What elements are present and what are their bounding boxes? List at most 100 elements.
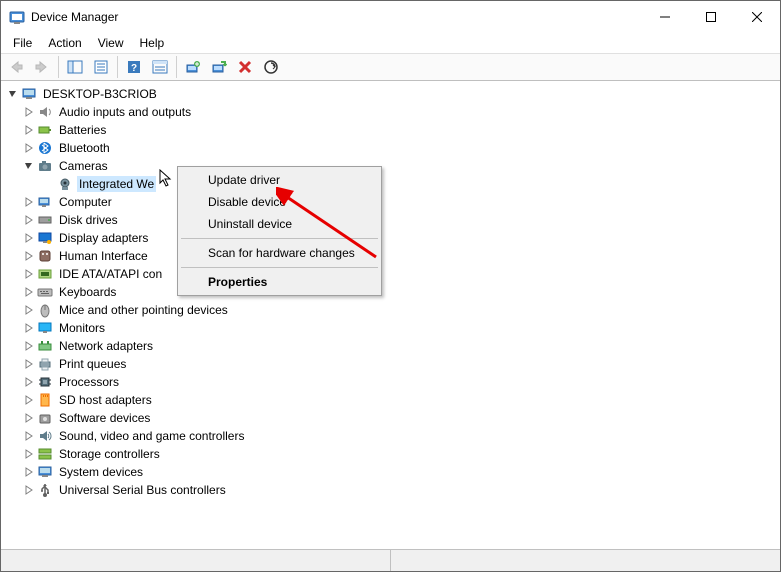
show-hide-console-tree-button[interactable]	[63, 55, 87, 79]
tree-node-label[interactable]: Cameras	[57, 158, 110, 174]
update-driver-button[interactable]	[181, 55, 205, 79]
tree-node-label[interactable]: Batteries	[57, 122, 108, 138]
tree-node-label[interactable]: Network adapters	[57, 338, 155, 354]
hid-icon	[37, 248, 53, 264]
tree-category[interactable]: Sound, video and game controllers	[1, 427, 780, 445]
tree-category[interactable]: System devices	[1, 463, 780, 481]
tree-category[interactable]: Mice and other pointing devices	[1, 301, 780, 319]
tree-node-label[interactable]: DESKTOP-B3CRIOB	[41, 86, 159, 102]
tree-node-label[interactable]: Print queues	[57, 356, 128, 372]
expand-icon[interactable]	[21, 410, 37, 426]
tree-category[interactable]: Bluetooth	[1, 139, 780, 157]
expand-icon[interactable]	[21, 392, 37, 408]
help-button[interactable]: ?	[122, 55, 146, 79]
minimize-button[interactable]	[642, 2, 688, 32]
tree-category[interactable]: Monitors	[1, 319, 780, 337]
expand-icon[interactable]	[21, 248, 37, 264]
expand-icon[interactable]	[21, 230, 37, 246]
collapse-icon[interactable]	[21, 158, 37, 174]
expand-icon[interactable]	[21, 284, 37, 300]
expand-icon[interactable]	[21, 356, 37, 372]
forward-button[interactable]	[30, 55, 54, 79]
tree-category[interactable]: Keyboards	[1, 283, 780, 301]
expand-icon[interactable]	[21, 464, 37, 480]
expand-icon[interactable]	[21, 104, 37, 120]
menu-file[interactable]: File	[5, 34, 40, 52]
tree-node-label[interactable]: SD host adapters	[57, 392, 154, 408]
tree-node-label[interactable]: Universal Serial Bus controllers	[57, 482, 228, 498]
menu-view[interactable]: View	[90, 34, 132, 52]
tree-category[interactable]: Network adapters	[1, 337, 780, 355]
tree-category[interactable]: IDE ATA/ATAPI con	[1, 265, 780, 283]
tree-category[interactable]: SD host adapters	[1, 391, 780, 409]
expand-icon[interactable]	[21, 482, 37, 498]
tree-node-label[interactable]: IDE ATA/ATAPI con	[57, 266, 164, 282]
tree-node-label[interactable]: Display adapters	[57, 230, 150, 246]
tree-node-label[interactable]: Storage controllers	[57, 446, 162, 462]
context-properties[interactable]: Properties	[180, 271, 379, 293]
tree-node-label[interactable]: Computer	[57, 194, 114, 210]
menu-action[interactable]: Action	[40, 34, 89, 52]
context-scan-hardware[interactable]: Scan for hardware changes	[180, 242, 379, 264]
keyboard-icon	[37, 284, 53, 300]
context-update-driver[interactable]: Update driver	[180, 169, 379, 191]
window-title: Device Manager	[31, 10, 642, 24]
tree-category[interactable]: Processors	[1, 373, 780, 391]
maximize-button[interactable]	[688, 2, 734, 32]
tree-category[interactable]: Cameras	[1, 157, 780, 175]
expand-icon[interactable]	[21, 428, 37, 444]
expand-icon[interactable]	[21, 140, 37, 156]
menu-help[interactable]: Help	[132, 34, 173, 52]
tree-category[interactable]: Human Interface	[1, 247, 780, 265]
collapse-icon[interactable]	[5, 86, 21, 102]
tree-node-label[interactable]: Human Interface	[57, 248, 150, 264]
tree-node-label[interactable]: Integrated We	[77, 176, 156, 192]
expand-icon[interactable]	[21, 212, 37, 228]
tree-category[interactable]: Software devices	[1, 409, 780, 427]
uninstall-device-button[interactable]	[233, 55, 257, 79]
expand-icon[interactable]	[21, 320, 37, 336]
tree-category[interactable]: Universal Serial Bus controllers	[1, 481, 780, 499]
expand-icon[interactable]	[21, 122, 37, 138]
tree-category[interactable]: Computer	[1, 193, 780, 211]
properties-button[interactable]	[89, 55, 113, 79]
tree-category[interactable]: Print queues	[1, 355, 780, 373]
tree-node-label[interactable]: System devices	[57, 464, 145, 480]
tree-node-label[interactable]: Monitors	[57, 320, 107, 336]
tree-node-label[interactable]: Keyboards	[57, 284, 118, 300]
disable-device-button[interactable]	[207, 55, 231, 79]
expand-icon[interactable]	[21, 374, 37, 390]
audio-icon	[37, 104, 53, 120]
device-tree[interactable]: DESKTOP-B3CRIOB Audio inputs and outputs B…	[1, 81, 780, 549]
tree-node-label[interactable]: Processors	[57, 374, 121, 390]
tree-category[interactable]: Storage controllers	[1, 445, 780, 463]
expand-icon[interactable]	[21, 194, 37, 210]
context-menu: Update driver Disable device Uninstall d…	[177, 166, 382, 296]
tree-node-label[interactable]: Disk drives	[57, 212, 120, 228]
action-list-button[interactable]	[148, 55, 172, 79]
scan-hardware-button[interactable]	[259, 55, 283, 79]
context-uninstall-device[interactable]: Uninstall device	[180, 213, 379, 235]
tree-node-label[interactable]: Bluetooth	[57, 140, 112, 156]
tree-category[interactable]: Display adapters	[1, 229, 780, 247]
tree-category[interactable]: Batteries	[1, 121, 780, 139]
tree-node-label[interactable]: Sound, video and game controllers	[57, 428, 246, 444]
expand-icon[interactable]	[21, 302, 37, 318]
context-disable-device[interactable]: Disable device	[180, 191, 379, 213]
tree-category[interactable]: Disk drives	[1, 211, 780, 229]
tree-category[interactable]: Audio inputs and outputs	[1, 103, 780, 121]
close-button[interactable]	[734, 2, 780, 32]
tree-node-label[interactable]: Mice and other pointing devices	[57, 302, 230, 318]
camera-icon	[37, 158, 53, 174]
back-button[interactable]	[4, 55, 28, 79]
tree-node-label[interactable]: Audio inputs and outputs	[57, 104, 193, 120]
computer-icon	[37, 194, 53, 210]
expand-icon[interactable]	[21, 266, 37, 282]
system-icon	[37, 464, 53, 480]
tree-device[interactable]: Integrated We	[1, 175, 780, 193]
tree-node-label[interactable]: Software devices	[57, 410, 152, 426]
tree-root[interactable]: DESKTOP-B3CRIOB	[1, 85, 780, 103]
expand-icon[interactable]	[21, 446, 37, 462]
svg-text:?: ?	[131, 63, 137, 74]
expand-icon[interactable]	[21, 338, 37, 354]
